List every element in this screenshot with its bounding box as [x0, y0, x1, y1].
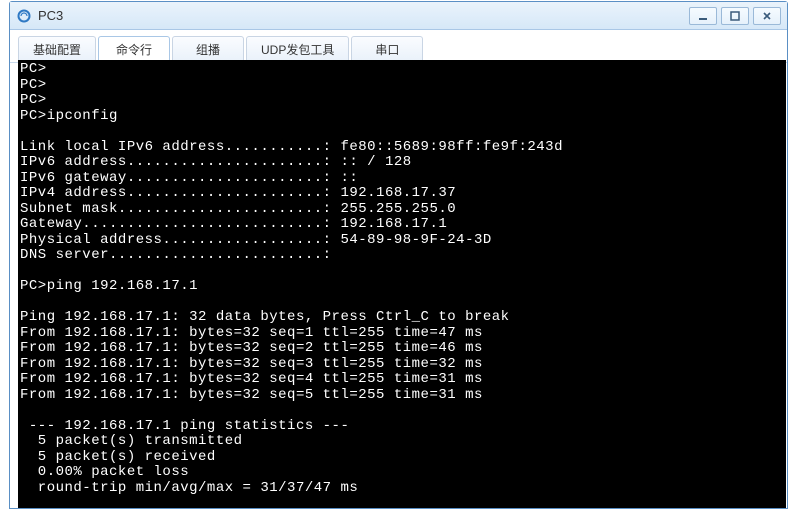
tab-basic-config[interactable]: 基础配置: [18, 36, 96, 62]
window-title: PC3: [38, 8, 63, 23]
tab-serial[interactable]: 串口: [351, 36, 423, 62]
close-button[interactable]: [753, 7, 781, 25]
tab-row: 基础配置 命令行 组播 UDP发包工具 串口: [10, 30, 787, 63]
tab-udp-tool[interactable]: UDP发包工具: [246, 36, 349, 62]
tab-multicast[interactable]: 组播: [172, 36, 244, 62]
window-controls: [689, 7, 781, 25]
terminal-text: PC> PC> PC> PC>ipconfig Link local IPv6 …: [20, 61, 563, 508]
titlebar[interactable]: PC3: [10, 2, 787, 30]
minimize-button[interactable]: [689, 7, 717, 25]
maximize-button[interactable]: [721, 7, 749, 25]
maximize-icon: [730, 11, 740, 21]
app-window: PC3 基础配置 命令行 组播 UDP发包工具 串口 PC> PC> PC> P…: [9, 1, 788, 509]
minimize-icon: [698, 11, 708, 21]
tab-cli[interactable]: 命令行: [98, 36, 170, 62]
close-icon: [762, 11, 772, 21]
terminal-output[interactable]: PC> PC> PC> PC>ipconfig Link local IPv6 …: [18, 60, 786, 508]
app-icon: [16, 8, 32, 24]
